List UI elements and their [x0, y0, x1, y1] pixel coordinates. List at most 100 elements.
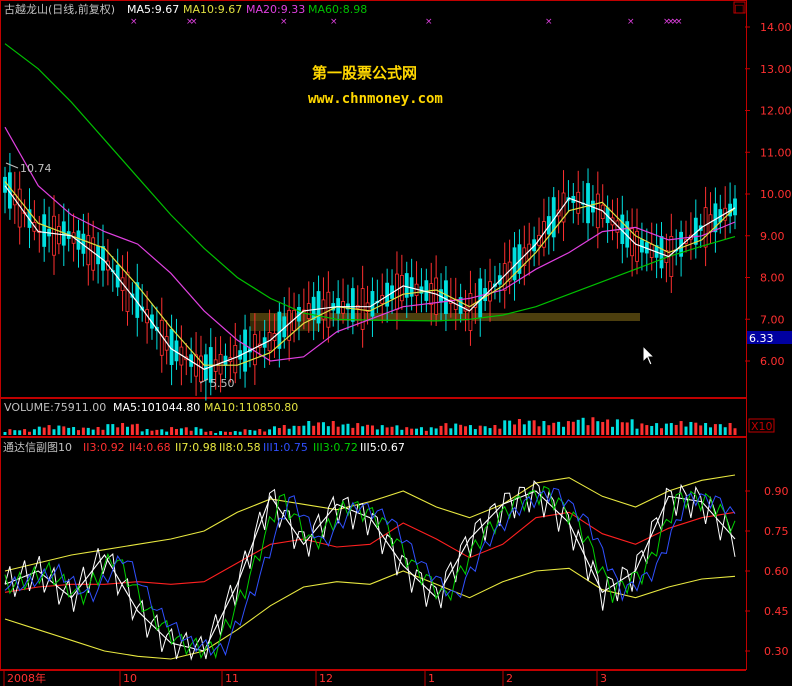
- candle-body: [252, 334, 257, 366]
- candle-body: [203, 354, 208, 381]
- volume-bar: [170, 427, 174, 435]
- volume-bar: [346, 423, 350, 435]
- volume-bar: [135, 423, 139, 435]
- volume-bar: [268, 429, 272, 435]
- xaxis-label: 2008年: [7, 671, 46, 685]
- volume-bar: [238, 431, 242, 435]
- volume-bar: [571, 421, 575, 435]
- candle-body: [86, 235, 91, 266]
- volume-bar: [655, 423, 659, 435]
- watermark-url: www.chnmoney.com: [308, 91, 443, 107]
- volume-bar: [111, 424, 115, 435]
- volume-bar: [194, 427, 198, 435]
- event-marker: ×: [627, 17, 635, 27]
- volume-bar: [18, 430, 22, 435]
- mouse-pointer-icon: [642, 344, 656, 366]
- oscillator-white: [4, 480, 736, 661]
- volume-bar: [23, 429, 27, 435]
- volume-bar: [709, 427, 713, 435]
- volume-bar: [532, 420, 536, 435]
- candle-body: [218, 353, 223, 375]
- chart-title: 古越龙山(日线,前复权): [4, 2, 115, 16]
- volume-bar: [601, 421, 605, 435]
- indicator-ii7: II7:0.98: [175, 441, 217, 454]
- indicator-iii5: III5:0.67: [360, 441, 405, 454]
- candle-body: [3, 176, 7, 193]
- volume-bar: [468, 425, 472, 435]
- price-tick-label: 6.00: [760, 355, 785, 368]
- xaxis-label: 3: [600, 672, 607, 685]
- volume-bar: [434, 428, 438, 435]
- high-pointer: [5, 162, 19, 169]
- indicator-ii3: II3:0.92: [83, 441, 125, 454]
- xaxis-label: 10: [123, 672, 137, 685]
- volume-bar: [439, 425, 443, 435]
- volume-bar: [32, 429, 36, 435]
- volume-bar: [483, 426, 487, 435]
- volume-bar: [552, 422, 556, 435]
- volume-bar: [493, 425, 497, 435]
- volume-unit: X10: [751, 420, 773, 433]
- volume-bar: [228, 431, 232, 435]
- volume-bar: [449, 428, 453, 435]
- volume-bar: [454, 423, 458, 435]
- volume-bar: [312, 425, 316, 435]
- volume-bar: [640, 423, 644, 435]
- low-label: 5.50: [210, 377, 235, 390]
- event-marker: ×: [330, 17, 338, 27]
- volume-bar: [733, 428, 737, 435]
- xaxis-label: 1: [428, 672, 435, 685]
- volume-bar: [694, 422, 698, 435]
- volume-bar: [3, 432, 7, 435]
- volume-bar: [57, 425, 61, 435]
- volume-bar: [253, 430, 257, 435]
- volume-bar: [547, 425, 551, 435]
- volume-bar: [390, 426, 394, 435]
- candle-body: [316, 291, 321, 324]
- candle-body: [233, 345, 238, 374]
- volume-bar: [611, 426, 615, 435]
- volume-bar: [689, 421, 693, 435]
- volume-bar: [214, 432, 218, 435]
- volume-bar: [125, 426, 129, 435]
- volume-bar: [72, 427, 76, 435]
- price-tick-label: 7.00: [760, 313, 785, 326]
- indicator-tick-label: 0.45: [764, 605, 789, 618]
- ma-line-ma5: [4, 185, 736, 370]
- volume-bar: [106, 424, 110, 435]
- volume-bar: [219, 431, 223, 435]
- candle-body: [243, 329, 247, 372]
- volume-bar: [664, 423, 668, 435]
- volume-bar: [596, 421, 600, 435]
- window-button-glyph: □: [734, 2, 744, 15]
- volume-bar: [699, 425, 703, 435]
- volume-bar: [464, 426, 468, 435]
- xaxis-label: 2: [506, 672, 513, 685]
- volume-bar: [292, 425, 296, 435]
- volume-bar: [517, 419, 521, 435]
- volume-bar: [557, 421, 561, 435]
- volume-bar: [478, 425, 482, 435]
- volume-bar: [101, 429, 105, 435]
- volume-bar: [67, 427, 71, 435]
- volume-bar: [630, 419, 634, 435]
- volume-bar: [419, 427, 423, 435]
- volume-bar: [189, 430, 193, 435]
- volume-bar: [81, 427, 85, 435]
- volume-bar: [248, 429, 252, 435]
- volume-bar: [429, 427, 433, 435]
- volume-bar: [395, 425, 399, 435]
- volume-bar: [581, 417, 585, 435]
- volume-bar: [86, 427, 90, 435]
- candle-body: [91, 237, 96, 271]
- volume-bar: [199, 428, 203, 435]
- volume-bar: [42, 427, 46, 435]
- price-tick-label: 10.00: [760, 188, 792, 201]
- indicator-iii1: III1:0.75: [263, 441, 308, 454]
- volume-bar: [537, 426, 541, 435]
- candle-body: [595, 193, 600, 229]
- volume-bar: [8, 429, 12, 435]
- price-panel-frame: [0, 0, 747, 398]
- volume-bar: [223, 431, 227, 435]
- indicator-tick-label: 0.60: [764, 565, 789, 578]
